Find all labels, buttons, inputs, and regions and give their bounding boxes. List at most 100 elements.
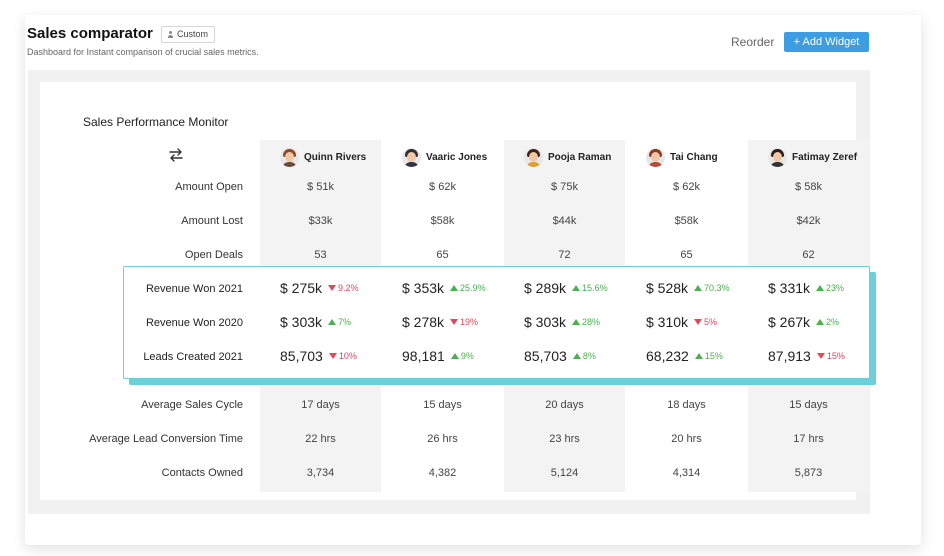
metric-cell: $ 267k 2% [768,314,839,330]
table-cell: 15 days [789,399,828,411]
custom-badge: Custom [161,26,216,43]
avatar-face [407,152,416,162]
delta-badge: 9.2% [328,283,359,293]
table-cell: 20 hrs [671,433,702,445]
metric-cell: $ 303k 7% [280,314,351,330]
table-cell: 5,124 [550,467,579,479]
table-cell: 18 days [667,399,706,411]
delta-value: 15% [704,351,723,361]
row-label: Revenue Won 2021 [145,283,243,295]
avatar-shirt [282,162,297,167]
metric-value: $ 331k [768,280,811,296]
row-label: Average Lead Conversion Time [89,433,243,445]
delta-value: 8% [582,351,596,361]
widget-title: Sales Performance Monitor [83,115,229,129]
table-cell: $33k [308,215,333,227]
metric-value: 85,703 [280,348,323,364]
metric-cell: $ 353k 25.9% [402,280,486,296]
table-cell: 53 [314,249,327,261]
metric-cell: 87,913 15% [768,348,845,364]
delta-badge: 15% [694,351,723,361]
table-cell: $ 62k [673,181,700,193]
row-label: Average Sales Cycle [141,399,243,411]
delta-badge: 15% [816,351,845,361]
metric-value: $ 303k [524,314,567,330]
table-cell: 4,382 [428,467,457,479]
arrow-up-icon [694,353,703,359]
arrow-down-icon [450,319,459,325]
swap-arrows-icon[interactable] [167,146,185,164]
row-label: Amount Lost [181,215,243,227]
table-cell: 23 hrs [549,433,580,445]
table-cell: 22 hrs [305,433,336,445]
person-name: Fatimay Zeref [792,152,858,163]
row-label: Amount Open [175,181,243,193]
delta-value: 19% [460,317,479,327]
arrow-up-icon [572,285,581,291]
user-icon [167,31,174,38]
metric-cell: $ 289k 15.6% [524,280,608,296]
person-header: Quinn Rivers [280,148,366,167]
avatar-face [773,152,782,162]
avatar-face [285,152,294,162]
avatar-shirt [404,162,419,167]
row-label: Revenue Won 2020 [145,317,243,329]
arrow-up-icon [328,319,337,325]
table-cell: 5,873 [794,467,823,479]
person-name: Tai Chang [670,152,718,163]
table-cell: 26 hrs [427,433,458,445]
avatar-shirt [648,162,663,167]
delta-badge: 70.3% [694,283,730,293]
avatar [280,148,299,167]
table-cell: 17 hrs [793,433,824,445]
table-cell: $ 58k [795,181,822,193]
delta-value: 28% [582,317,601,327]
reorder-link[interactable]: Reorder [731,35,774,49]
arrow-up-icon [572,319,581,325]
table-cell: $ 51k [307,181,334,193]
metric-value: $ 353k [402,280,445,296]
page-subtitle: Dashboard for Instant comparison of cruc… [27,47,259,57]
delta-badge: 5% [694,317,717,327]
delta-value: 9.2% [338,283,359,293]
delta-value: 5% [704,317,718,327]
metric-cell: $ 275k 9.2% [280,280,359,296]
avatar-face [529,152,538,162]
avatar [402,148,421,167]
person-header: Fatimay Zeref [768,148,857,167]
person-name: Quinn Rivers [304,152,367,163]
table-cell: 17 days [301,399,340,411]
avatar [646,148,665,167]
delta-value: 9% [460,351,474,361]
arrow-up-icon [572,353,581,359]
metric-value: 87,913 [768,348,811,364]
arrow-up-icon [816,285,825,291]
metric-cell: 85,703 10% [280,348,357,364]
row-label: Open Deals [184,249,243,261]
person-name: Vaaric Jones [426,152,488,163]
delta-value: 70.3% [704,283,730,293]
arrow-up-icon [816,319,825,325]
metric-value: $ 275k [280,280,323,296]
arrow-down-icon [328,353,337,359]
metric-value: $ 289k [524,280,567,296]
table-cell: 4,314 [672,467,701,479]
delta-badge: 9% [450,351,474,361]
avatar [524,148,543,167]
metric-cell: $ 310k 5% [646,314,717,330]
arrow-down-icon [694,319,703,325]
row-label: Contacts Owned [161,467,243,479]
metric-cell: 98,181 9% [402,348,474,364]
metric-cell: $ 303k 28% [524,314,600,330]
page-title: Sales comparator [27,25,153,42]
badge-label: Custom [177,29,209,39]
add-widget-button[interactable]: + Add Widget [784,32,869,52]
delta-badge: 10% [328,351,357,361]
table-cell: $ 62k [429,181,456,193]
metric-value: $ 278k [402,314,445,330]
avatar [768,148,787,167]
table-cell: $58k [430,215,455,227]
delta-value: 10% [338,351,357,361]
delta-badge: 23% [816,283,844,293]
delta-value: 2% [826,317,840,327]
